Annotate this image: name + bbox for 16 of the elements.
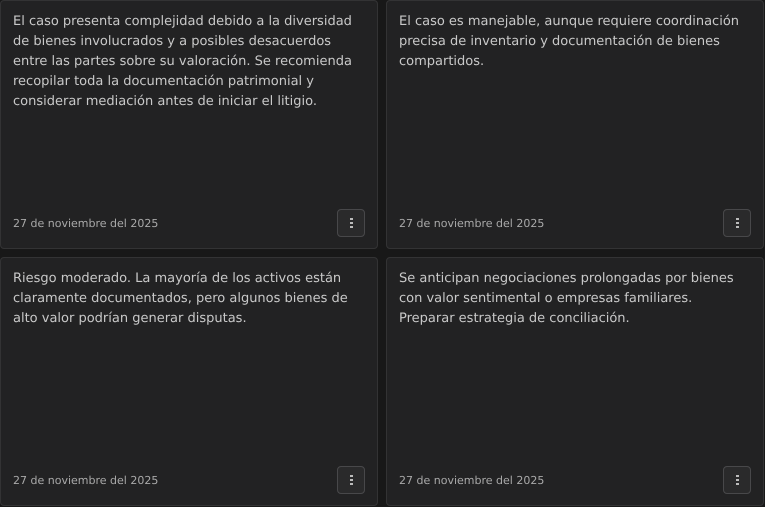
more-options-button[interactable] (723, 466, 751, 494)
card-text: El caso es manejable, aunque requiere coordinación precisa de inventario y documentación de bienes compartidos. (399, 13, 740, 71)
vertical-dots-icon (350, 475, 352, 485)
more-options-button[interactable] (723, 209, 751, 237)
card-text: El caso presenta complejidad debido a la diversidad de bienes involucrados y a posibles desacuerdos entre las partes sobre su valoración. Se recomienda recopilar toda la documentación patrimonial y considerar mediación antes de iniciar el litigio. (13, 13, 353, 111)
card-date: 27 de noviembre del 2025 (399, 474, 544, 486)
card-date: 27 de noviembre del 2025 (399, 216, 544, 230)
vertical-dots-icon (736, 218, 738, 228)
more-options-button[interactable] (337, 209, 365, 237)
more-options-button[interactable] (337, 466, 365, 494)
vertical-dots-icon (350, 218, 352, 228)
vertical-dots-icon (736, 475, 738, 485)
card-date: 27 de noviembre del 2025 (13, 474, 158, 486)
card-date: 27 de noviembre del 2025 (13, 216, 158, 230)
card-text: Se anticipan negociaciones prolongadas por bienes con valor sentimental o empresas familiares. Preparar estrategia de conciliación. (399, 270, 735, 328)
card-text: Riesgo moderado. La mayoría de los activos están claramente documentados, pero algunos bienes de alto valor podrían generar disputas. (13, 270, 349, 328)
